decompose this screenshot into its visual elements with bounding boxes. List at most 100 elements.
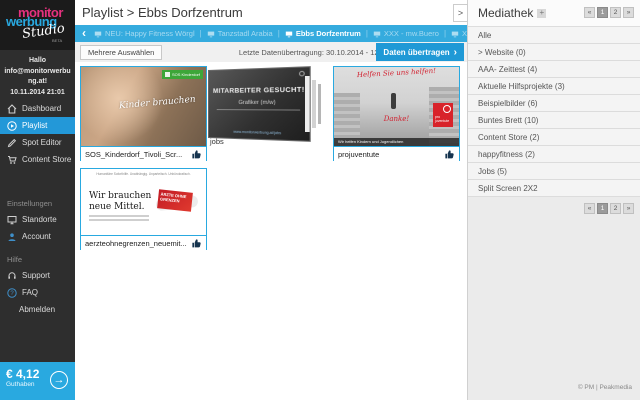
help-section-title: Hilfe: [7, 255, 23, 264]
last-transfer-status: Letzte Datenübertragung: 30.10.2014 - 12…: [238, 47, 389, 57]
playlist-grid: SOS Kinderdorf Kinder brauchen SOS_Kinde…: [75, 62, 467, 400]
aerzte-thumbnail: Humanitäre Soforthilfe. Unabhängig. Unpa…: [81, 169, 206, 235]
sidebar-item-content-store[interactable]: Content Store: [0, 151, 75, 168]
category-split-screen[interactable]: Split Screen 2X2: [468, 180, 640, 197]
category-label: Content Store (2): [478, 132, 540, 142]
sidebar-item-support[interactable]: Support: [0, 267, 75, 284]
question-icon: ?: [7, 287, 17, 298]
tab-xxx-mw[interactable]: XXX - mw: [446, 29, 467, 38]
sidebar-item-abmelden[interactable]: Abmelden: [0, 301, 75, 318]
user-datetime: 10.11.2014 21:01: [10, 88, 65, 96]
tab-label: NEU: Happy Fitness Wörgl: [105, 29, 195, 38]
category-jobs[interactable]: Jobs (5): [468, 163, 640, 180]
balance-widget[interactable]: € 4,12 Guthaben →: [0, 362, 75, 400]
pager: « 1 2 »: [584, 202, 634, 214]
tab-ebbs-dorfzentrum[interactable]: Ebbs Dorfzentrum: [280, 29, 366, 38]
user-greeting: Hallo: [28, 57, 47, 64]
arrow-right-circle-icon[interactable]: →: [50, 371, 68, 389]
playlist-item-sos[interactable]: SOS Kinderdorf Kinder brauchen SOS_Kinde…: [80, 66, 207, 161]
playlist-item-name: jobs: [210, 137, 224, 146]
playlist-item-aerzte[interactable]: Humanitäre Soforthilfe. Unabhängig. Unpa…: [80, 168, 207, 250]
main-nav: Dashboard Playlist Spot Editor Content S…: [0, 100, 75, 168]
playlist-item-projuventute[interactable]: Helfen Sie uns helfen! Danke! pro juvent…: [333, 66, 460, 161]
settings-section: Einstellungen Standorte Account: [0, 197, 75, 245]
category-aaa-zeittest[interactable]: AAA- Zeittest (4): [468, 61, 640, 78]
tabbar-scroll-left-icon[interactable]: ‹: [79, 26, 89, 41]
jobs-overlay-subtitle: Grafiker (m/w): [238, 99, 276, 107]
mediathek-category-list: Alle > Website (0) AAA- Zeittest (4) Akt…: [468, 27, 640, 219]
monitor-icon: [373, 31, 381, 37]
category-alle[interactable]: Alle: [468, 27, 640, 44]
monitor-icon: [207, 31, 214, 37]
category-happyfitness[interactable]: happyfitness (2): [468, 146, 640, 163]
sidebar-item-label: Content Store: [22, 155, 72, 164]
sidebar-item-label: Dashboard: [22, 104, 62, 113]
mediathek-title: Mediathek: [478, 6, 534, 20]
page-next-button[interactable]: »: [623, 7, 634, 18]
monitor-icon: [94, 31, 102, 37]
stack-sheet: [318, 84, 321, 124]
category-beispielbilder[interactable]: Beispielbilder (6): [468, 95, 640, 112]
sidebar-item-label: Support: [22, 271, 51, 280]
monitor-icon: [285, 31, 293, 37]
thumbs-up-icon[interactable]: [191, 149, 202, 160]
sidebar-item-label: Account: [22, 232, 51, 241]
page-2-button[interactable]: 2: [610, 202, 621, 214]
sidebar-item-spot-editor[interactable]: Spot Editor: [0, 134, 75, 151]
brand-beta: BETA: [52, 38, 63, 43]
playlist-item-name: SOS_Kinderdorf_Tivoli_Scr...: [85, 149, 183, 159]
projuventute-overlay-title: Helfen Sie uns helfen!: [356, 67, 437, 80]
sidebar-item-account[interactable]: Account: [0, 228, 75, 245]
sidebar-item-standorte[interactable]: Standorte: [0, 211, 75, 228]
category-aktuelle-hilfsprojekte[interactable]: Aktuelle Hilfsprojekte (3): [468, 78, 640, 95]
panel-collapse-button[interactable]: >: [453, 4, 468, 22]
page-2-button[interactable]: 2: [610, 7, 621, 18]
add-category-button[interactable]: +: [537, 8, 547, 18]
user-info: Hallo info@monitorwerbung.at! 10.11.2014…: [0, 50, 75, 98]
page-prev-button[interactable]: «: [584, 202, 595, 214]
thumbs-up-icon[interactable]: [444, 149, 455, 160]
sos-thumbnail: SOS Kinderdorf Kinder brauchen: [81, 67, 206, 146]
category-content-store[interactable]: Content Store (2): [468, 129, 640, 146]
category-label: Aktuelle Hilfsprojekte (3): [478, 81, 565, 91]
playlist-item-jobs[interactable]: MITARBEITER GESUCHT! Grafiker (m/w) www.…: [208, 66, 328, 154]
home-icon: [7, 103, 17, 114]
mediathek-pagination-top: « 1 2 »: [584, 7, 634, 18]
projuventute-overlay-strip: Wir helfen Kindern und Jugendlichen: [334, 138, 459, 146]
sos-logo-icon: [164, 72, 170, 77]
projuventute-logo-label: pro juventute: [435, 115, 450, 124]
cart-icon: [8, 155, 17, 164]
sidebar-item-dashboard[interactable]: Dashboard: [0, 100, 75, 117]
settings-section-title: Einstellungen: [7, 199, 53, 208]
page-title: Playlist > Ebbs Dorfzentrum: [82, 5, 243, 20]
category-label: AAA- Zeittest (4): [478, 64, 538, 74]
category-website[interactable]: > Website (0): [468, 44, 640, 61]
page-prev-button[interactable]: «: [584, 7, 595, 18]
person-graphic: [391, 93, 396, 109]
jobs-thumbnail: MITARBEITER GESUCHT! Grafiker (m/w) www.…: [208, 66, 311, 142]
projuventute-logo-icon: [443, 105, 451, 113]
sos-logo-badge: SOS Kinderdorf: [161, 70, 203, 79]
transfer-data-button[interactable]: Daten übertragen ›: [376, 43, 464, 61]
tab-tanzstadl-arabia[interactable]: Tanzstadl Arabia: [202, 29, 278, 38]
sidebar-item-label: FAQ: [22, 288, 39, 297]
multi-select-button[interactable]: Mehrere Auswählen: [80, 44, 163, 60]
sidebar-item-label: Playlist: [22, 121, 48, 130]
tab-xxx-mw-buero[interactable]: XXX - mw.Buero: [368, 29, 444, 38]
page-next-button[interactable]: »: [623, 202, 634, 214]
playlist-icon: [7, 120, 17, 131]
category-buntes-brett[interactable]: Buntes Brett (10): [468, 112, 640, 129]
brand-logo[interactable]: monitor werbung Studio BETA: [0, 0, 75, 50]
page-1-button[interactable]: 1: [597, 7, 608, 18]
help-section: Hilfe Support ? FAQ Abmelden: [0, 253, 75, 318]
aerzte-overlay-topline: Humanitäre Soforthilfe. Unabhängig. Unpa…: [96, 172, 191, 176]
svg-text:?: ?: [10, 291, 14, 297]
sidebar-item-playlist[interactable]: Playlist: [0, 117, 75, 134]
tab-happy-fitness[interactable]: NEU: Happy Fitness Wörgl: [89, 29, 200, 38]
tab-label: XXX - mw.Buero: [383, 29, 439, 38]
sidebar-item-faq[interactable]: ? FAQ: [0, 284, 75, 301]
page-1-button[interactable]: 1: [597, 202, 608, 214]
jobs-divider: [216, 109, 301, 111]
thumbs-up-icon[interactable]: [191, 238, 202, 249]
mediathek-header: > Mediathek + « 1 2 »: [453, 0, 640, 27]
